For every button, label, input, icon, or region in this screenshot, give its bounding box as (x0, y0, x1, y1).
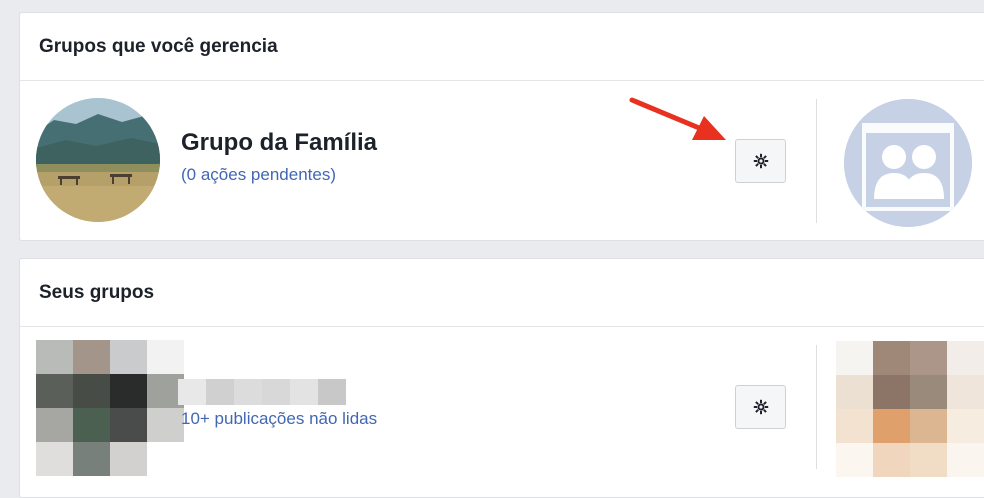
group-avatar[interactable] (36, 98, 160, 222)
section-title-managed: Grupos que você gerencia (20, 13, 984, 81)
column-divider (816, 99, 817, 223)
pending-actions-link[interactable]: (0 ações pendentes) (181, 165, 336, 185)
managed-groups-card: Grupos que você gerencia Grupo da Famíli… (19, 12, 984, 241)
group-row: Grupo da Família (0 ações pendentes) (20, 81, 984, 227)
group-settings-button[interactable] (735, 139, 786, 183)
landscape-photo (36, 98, 160, 222)
group-settings-button[interactable] (735, 385, 786, 429)
blurred-group-avatar[interactable] (36, 340, 184, 476)
group-row: 10+ publicações não lidas (20, 327, 984, 477)
group-placeholder-icon (844, 99, 972, 227)
column-divider (816, 345, 817, 469)
blurred-group-avatar[interactable] (836, 341, 984, 477)
gear-icon (753, 153, 768, 169)
annotation-arrow-icon (629, 97, 726, 140)
your-groups-card: Seus grupos 10+ publicações não lidas (19, 258, 984, 498)
gear-icon (753, 399, 768, 415)
section-title-your-groups: Seus grupos (20, 259, 984, 327)
blurred-group-name[interactable] (178, 379, 346, 405)
unread-posts-link[interactable]: 10+ publicações não lidas (181, 409, 377, 429)
default-group-avatar[interactable] (844, 99, 972, 227)
group-name[interactable]: Grupo da Família (181, 129, 377, 157)
